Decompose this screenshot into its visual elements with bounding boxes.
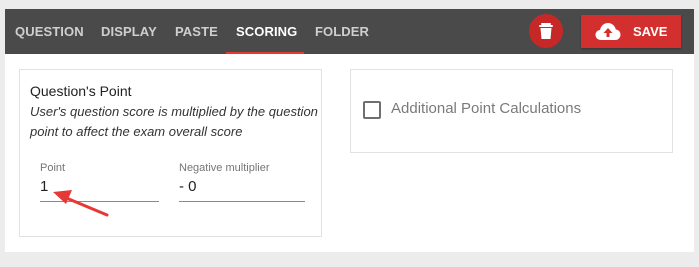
card-title: Question's Point (30, 83, 132, 99)
negative-multiplier-label: Negative multiplier (179, 162, 270, 174)
save-button[interactable]: SAVE (581, 15, 681, 48)
point-input-underline (40, 201, 159, 202)
additional-point-card: Additional Point Calculations (350, 69, 673, 153)
delete-button[interactable] (529, 14, 563, 48)
card-description: User's question score is multiplied by t… (30, 104, 318, 139)
additional-point-checkbox[interactable] (363, 101, 381, 119)
tab-folder[interactable]: FOLDER (315, 9, 369, 54)
active-tab-indicator (226, 52, 304, 54)
trash-icon (539, 23, 553, 39)
tab-display[interactable]: DISPLAY (101, 9, 157, 54)
additional-point-label[interactable]: Additional Point Calculations (391, 100, 581, 117)
tab-scoring[interactable]: SCORING (236, 9, 297, 54)
point-label: Point (40, 162, 66, 174)
scoring-panel: QUESTION DISPLAY PASTE SCORING FOLDER SA… (5, 9, 694, 252)
tab-question[interactable]: QUESTION (15, 9, 84, 54)
negative-multiplier-underline (179, 201, 305, 202)
question-point-card: Question's Point User's question score i… (19, 69, 322, 237)
point-input[interactable]: 1 (40, 178, 48, 195)
tab-paste[interactable]: PASTE (175, 9, 218, 54)
save-label: SAVE (633, 24, 668, 39)
top-navigation-bar: QUESTION DISPLAY PASTE SCORING FOLDER SA… (5, 9, 694, 54)
cloud-upload-icon (595, 23, 621, 40)
negative-multiplier-input[interactable]: - 0 (179, 178, 197, 195)
